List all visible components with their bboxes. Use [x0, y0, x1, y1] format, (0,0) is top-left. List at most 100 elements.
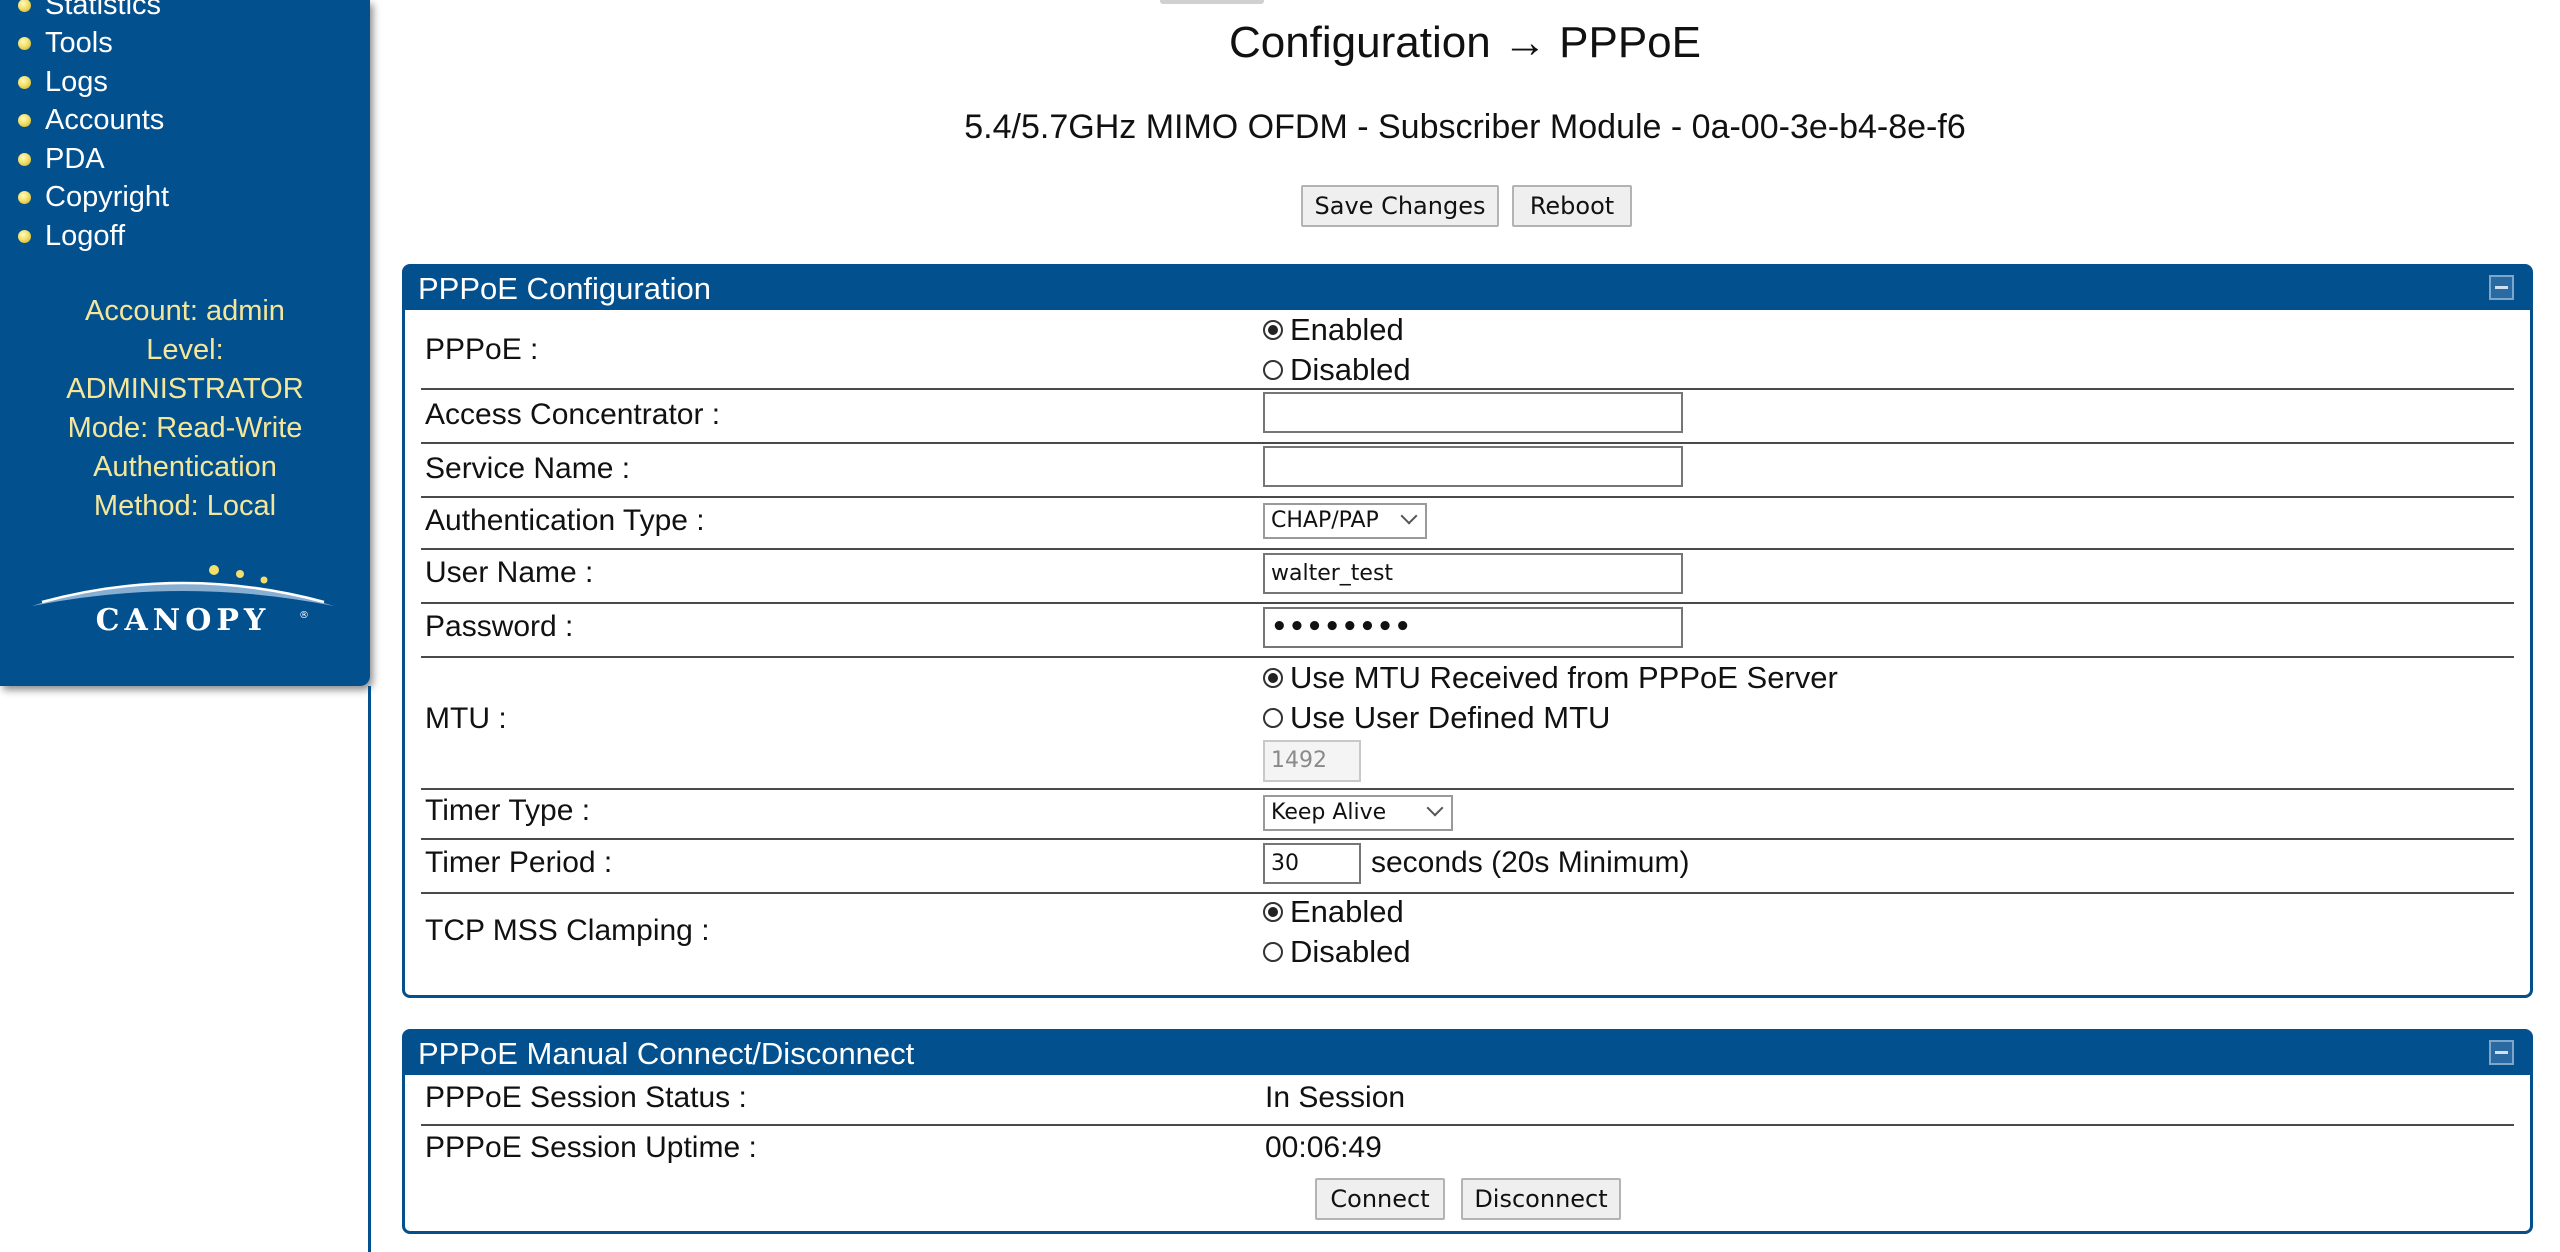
- sidebar-item-pda[interactable]: PDA: [18, 140, 169, 179]
- mtu-radio-group: Use MTU Received from PPPoE Server Use U…: [1263, 658, 1838, 738]
- mtu-user-defined-label: Use User Defined MTU: [1290, 700, 1611, 735]
- session-status-value: In Session: [1265, 1081, 1406, 1114]
- sidebar-link-tools[interactable]: Tools: [45, 27, 113, 60]
- auth-line: Authentication: [93, 451, 277, 483]
- row-password: Password : ••••••••: [421, 602, 2514, 658]
- row-service-name: Service Name :: [421, 442, 2514, 498]
- row-tcp-mss-clamping: TCP MSS Clamping : Enabled Disabled: [421, 892, 2514, 974]
- pppoe-disabled-option[interactable]: Disabled: [1263, 350, 1411, 390]
- sidebar-link-logoff[interactable]: Logoff: [45, 220, 125, 253]
- timer-type-value: Keep Alive: [1271, 800, 1387, 825]
- timer-type-select[interactable]: Keep Alive: [1263, 795, 1453, 831]
- logo-text: CANOPY: [96, 603, 271, 638]
- radio-unselected-icon[interactable]: [1263, 942, 1283, 962]
- sidebar: Statistics Tools Logs Accounts PDA Copyr…: [0, 0, 370, 686]
- tcp-mss-label: TCP MSS Clamping :: [425, 914, 710, 947]
- chevron-down-icon: [1400, 507, 1418, 525]
- sidebar-item-logoff[interactable]: Logoff: [18, 217, 169, 256]
- sidebar-item-accounts[interactable]: Accounts: [18, 102, 169, 141]
- session-status-label: PPPoE Session Status :: [425, 1081, 747, 1114]
- bullet-icon: [18, 114, 31, 128]
- bullet-icon: [18, 0, 31, 12]
- sidebar-link-pda[interactable]: PDA: [45, 143, 105, 176]
- radio-unselected-icon[interactable]: [1263, 360, 1283, 380]
- sidebar-item-copyright[interactable]: Copyright: [18, 179, 169, 218]
- user-name-label: User Name :: [425, 556, 594, 589]
- mtu-received-label: Use MTU Received from PPPoE Server: [1290, 660, 1838, 695]
- row-session-uptime: PPPoE Session Uptime : 00:06:49: [421, 1124, 2514, 1172]
- radio-unselected-icon[interactable]: [1263, 708, 1283, 728]
- mtu-value-input[interactable]: 1492: [1263, 740, 1361, 782]
- connect-button[interactable]: Connect: [1315, 1178, 1445, 1220]
- minimize-icon[interactable]: [2489, 1040, 2514, 1065]
- authentication-type-value: CHAP/PAP: [1271, 508, 1379, 533]
- mtu-received-option[interactable]: Use MTU Received from PPPoE Server: [1263, 658, 1838, 698]
- panel-title: PPPoE Configuration: [418, 271, 711, 306]
- bullet-icon: [18, 229, 31, 243]
- tcp-mss-enabled-label: Enabled: [1290, 894, 1404, 929]
- pppoe-enabled-option[interactable]: Enabled: [1263, 310, 1411, 350]
- authentication-type-label: Authentication Type :: [425, 504, 705, 537]
- pppoe-label: PPPoE :: [425, 333, 539, 366]
- session-uptime-label: PPPoE Session Uptime :: [425, 1131, 757, 1164]
- radio-selected-icon[interactable]: [1263, 668, 1283, 688]
- row-access-concentrator: Access Concentrator :: [421, 388, 2514, 444]
- panel-header: PPPoE Manual Connect/Disconnect: [405, 1032, 2530, 1075]
- save-changes-button[interactable]: Save Changes: [1301, 185, 1499, 227]
- sidebar-link-accounts[interactable]: Accounts: [45, 104, 164, 137]
- row-session-status: PPPoE Session Status : In Session: [421, 1075, 2514, 1126]
- timer-period-input[interactable]: 30: [1263, 843, 1361, 884]
- sidebar-item-statistics[interactable]: Statistics: [18, 0, 169, 25]
- svg-text:®: ®: [299, 610, 309, 621]
- tcp-mss-radio-group: Enabled Disabled: [1263, 892, 1411, 972]
- sidebar-border: [368, 686, 371, 1252]
- sidebar-link-logs[interactable]: Logs: [45, 66, 108, 99]
- disconnect-button[interactable]: Disconnect: [1461, 1178, 1621, 1220]
- tcp-mss-disabled-option[interactable]: Disabled: [1263, 932, 1411, 972]
- mode-line: Mode: Read-Write: [67, 412, 303, 444]
- access-concentrator-label: Access Concentrator :: [425, 398, 721, 431]
- row-authentication-type: Authentication Type : CHAP/PAP: [421, 496, 2514, 550]
- authentication-type-select[interactable]: CHAP/PAP: [1263, 503, 1427, 539]
- radio-selected-icon[interactable]: [1263, 320, 1283, 340]
- timer-period-label: Timer Period :: [425, 846, 613, 879]
- pppoe-manual-panel: PPPoE Manual Connect/Disconnect PPPoE Se…: [402, 1029, 2533, 1234]
- panel-header: PPPoE Configuration: [405, 267, 2530, 310]
- radio-selected-icon[interactable]: [1263, 902, 1283, 922]
- timer-period-hint: seconds (20s Minimum): [1371, 846, 1690, 879]
- account-info: Account: admin Level: ADMINISTRATOR Mode…: [0, 292, 370, 526]
- minimize-icon[interactable]: [2489, 275, 2514, 300]
- bullet-icon: [18, 152, 31, 166]
- user-name-input[interactable]: walter_test: [1263, 553, 1683, 594]
- sidebar-link-copyright[interactable]: Copyright: [45, 181, 169, 214]
- sidebar-link-statistics[interactable]: Statistics: [45, 0, 161, 22]
- access-concentrator-input[interactable]: [1263, 392, 1683, 433]
- bullet-icon: [18, 191, 31, 205]
- row-user-name: User Name : walter_test: [421, 548, 2514, 604]
- reboot-button[interactable]: Reboot: [1512, 185, 1632, 227]
- level-line: Level:: [146, 334, 224, 366]
- top-tab-edge: [1160, 0, 1264, 4]
- pppoe-enabled-label: Enabled: [1290, 312, 1404, 347]
- pppoe-disabled-label: Disabled: [1290, 352, 1411, 387]
- session-uptime-value: 00:06:49: [1265, 1131, 1382, 1164]
- panel-title: PPPoE Manual Connect/Disconnect: [418, 1036, 915, 1071]
- bullet-icon: [18, 37, 31, 51]
- bullet-icon: [18, 75, 31, 89]
- mtu-label: MTU :: [425, 702, 507, 735]
- password-input[interactable]: ••••••••: [1263, 607, 1683, 648]
- sidebar-nav: Statistics Tools Logs Accounts PDA Copyr…: [18, 0, 169, 256]
- account-line: Account: admin: [85, 295, 285, 327]
- chevron-down-icon: [1426, 799, 1444, 817]
- row-pppoe: PPPoE : Enabled Disabled: [421, 310, 2514, 390]
- tcp-mss-enabled-option[interactable]: Enabled: [1263, 892, 1411, 932]
- pppoe-radio-group: Enabled Disabled: [1263, 310, 1411, 390]
- timer-type-label: Timer Type :: [425, 794, 591, 827]
- sidebar-item-tools[interactable]: Tools: [18, 25, 169, 64]
- mtu-user-defined-option[interactable]: Use User Defined MTU: [1263, 698, 1838, 738]
- row-timer-period: Timer Period : 30 seconds (20s Minimum): [421, 838, 2514, 894]
- service-name-label: Service Name :: [425, 452, 631, 485]
- service-name-input[interactable]: [1263, 446, 1683, 487]
- row-mtu: MTU : Use MTU Received from PPPoE Server…: [421, 656, 2514, 790]
- sidebar-item-logs[interactable]: Logs: [18, 63, 169, 102]
